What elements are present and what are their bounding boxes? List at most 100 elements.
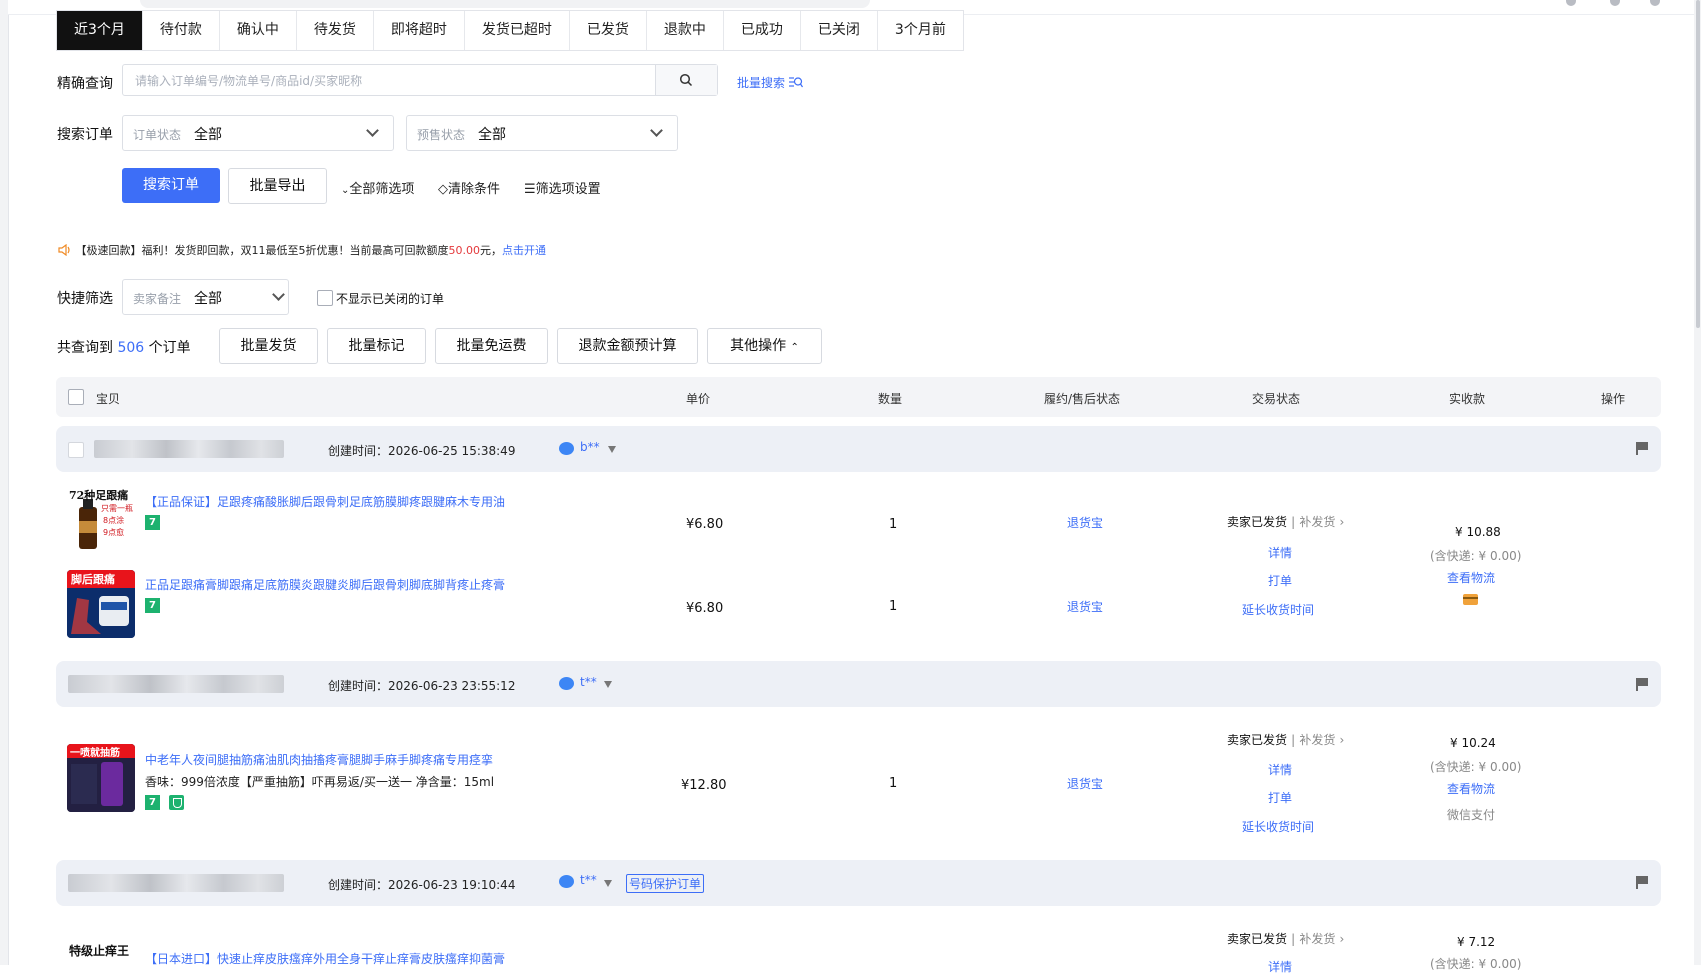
col-qty: 数量 xyxy=(878,392,903,406)
search-submit-button[interactable] xyxy=(655,65,717,95)
created-time: 创建时间：2026-06-25 15:38:49 xyxy=(328,444,516,458)
order-header: 创建时间：2026-06-23 19:10:44 t** 号码保护订单 xyxy=(56,860,1661,906)
product-title[interactable]: 中老年人夜间腿抽筋痛油肌肉抽搐疼膏腿脚手麻手脚疼痛专用痉挛 xyxy=(145,751,493,768)
page-scrollbar-thumb[interactable] xyxy=(1696,0,1700,328)
select-all-checkbox[interactable] xyxy=(68,389,84,405)
order-status-select[interactable]: 订单状态 全部 xyxy=(122,115,394,151)
shipping-fee: (含快递: ¥ 0.00) xyxy=(1430,957,1522,971)
order-detail-link[interactable]: 详情 xyxy=(1268,761,1292,778)
filter-icon[interactable] xyxy=(604,880,612,887)
flag-icon[interactable] xyxy=(1636,442,1650,455)
chevron-down-icon xyxy=(272,288,285,301)
reship-link[interactable]: 补发货 xyxy=(1299,733,1335,747)
search-orders-label: 搜索订单 xyxy=(57,127,113,143)
search-orders-button[interactable]: 搜索订单 xyxy=(122,168,220,203)
created-time: 创建时间：2026-06-23 19:10:44 xyxy=(328,878,516,892)
refund-estimate-button[interactable]: 退款金额预计算 xyxy=(557,328,698,364)
all-filters-toggle[interactable]: ⌄全部筛选项 xyxy=(341,178,414,197)
presale-status-select[interactable]: 预售状态 全部 xyxy=(406,115,678,151)
batch-ship-button[interactable]: 批量发货 xyxy=(219,328,318,364)
batch-mark-button[interactable]: 批量标记 xyxy=(327,328,426,364)
tab-refunding[interactable]: 退款中 xyxy=(647,11,724,50)
batch-export-button[interactable]: 批量导出 xyxy=(228,168,327,204)
print-order-link[interactable]: 打单 xyxy=(1268,572,1292,589)
tab-success[interactable]: 已成功 xyxy=(724,11,801,50)
extend-receipt-link[interactable]: 延长收货时间 xyxy=(1242,818,1314,835)
product-thumbnail[interactable]: 脚后跟痛 xyxy=(67,570,135,638)
product-thumbnail[interactable]: 一喷就抽筋 xyxy=(67,744,135,812)
separator: | xyxy=(1291,515,1296,529)
batch-free-shipping-button[interactable]: 批量免运费 xyxy=(435,328,548,364)
trade-status: 卖家已发货 | 补发货 › xyxy=(1227,513,1344,530)
tab-to-ship[interactable]: 待发货 xyxy=(297,11,374,50)
product-thumbnail[interactable]: 特级止痒王 xyxy=(67,940,135,965)
order-number-blurred xyxy=(68,874,284,892)
chat-icon[interactable] xyxy=(559,677,574,690)
precise-search-input[interactable] xyxy=(133,65,667,97)
tab-ship-overdue[interactable]: 发货已超时 xyxy=(465,11,570,50)
trade-status: 卖家已发货 | 补发货 › xyxy=(1227,930,1344,947)
flag-icon[interactable] xyxy=(1636,678,1650,691)
activate-link[interactable]: 点击开通 xyxy=(502,244,546,257)
flag-icon[interactable] xyxy=(1636,876,1650,889)
product-thumbnail[interactable]: 72种足跟痛 只需一瓶 8点涂 9点愈 xyxy=(67,485,135,553)
tab-recent-3-months[interactable]: 近3个月 xyxy=(57,11,143,50)
seven-day-return-badge: 7 xyxy=(145,598,160,613)
batch-search-link[interactable]: 批量搜索 xyxy=(737,74,804,91)
extend-receipt-link[interactable]: 延长收货时间 xyxy=(1242,601,1314,618)
order-number-blurred xyxy=(68,675,284,693)
view-logistics-link[interactable]: 查看物流 xyxy=(1447,569,1495,586)
tab-closed[interactable]: 已关闭 xyxy=(801,11,878,50)
filter-settings-button[interactable]: ☰筛选项设置 xyxy=(524,178,601,197)
order-status-value: 全部 xyxy=(194,127,222,143)
received-amount: ¥ 7.12 xyxy=(1457,935,1496,949)
clear-conditions-button[interactable]: ◇清除条件 xyxy=(438,178,500,197)
col-after-sale: 履约/售后状态 xyxy=(1044,392,1121,406)
batch-search-icon xyxy=(789,77,804,88)
order-detail-link[interactable]: 详情 xyxy=(1268,544,1292,561)
chat-icon[interactable] xyxy=(559,875,574,888)
reship-link[interactable]: 补发货 xyxy=(1299,515,1335,529)
chevron-down-icon xyxy=(650,124,663,137)
filter-icon[interactable] xyxy=(604,681,612,688)
chat-icon[interactable] xyxy=(559,442,574,455)
view-logistics-link[interactable]: 查看物流 xyxy=(1447,780,1495,797)
order-detail-link[interactable]: 详情 xyxy=(1268,958,1292,975)
return-insurance-link[interactable]: 退货宝 xyxy=(1067,514,1103,531)
all-filters-label: 全部筛选项 xyxy=(349,182,415,197)
hide-closed-checkbox[interactable] xyxy=(317,290,333,306)
quantity: 1 xyxy=(889,599,898,614)
order-status-label: 订单状态 xyxy=(133,128,182,142)
buyer-nick[interactable]: t** xyxy=(580,873,597,887)
other-actions-button[interactable]: 其他操作 ⌃ xyxy=(707,328,822,364)
thumb-title: 一喷就抽筋 xyxy=(70,748,120,759)
filter-icon[interactable] xyxy=(608,446,616,453)
shipping-fee: (含快递: ¥ 0.00) xyxy=(1430,549,1522,563)
payment-card-icon xyxy=(1463,594,1478,605)
reship-link[interactable]: 补发货 xyxy=(1299,932,1335,946)
batch-search-label: 批量搜索 xyxy=(737,76,786,90)
received-amount: ¥ 10.88 xyxy=(1455,525,1501,539)
tab-older-than-3-months[interactable]: 3个月前 xyxy=(878,11,963,50)
chevron-down-icon xyxy=(366,124,379,137)
top-search-bar-edge[interactable] xyxy=(140,0,870,8)
clear-conditions-label: 清除条件 xyxy=(448,182,501,197)
product-title[interactable]: 【正品保证】足跟疼痛酸胀脚后跟骨刺足底筋膜脚疼跟腱麻木专用油 xyxy=(145,493,505,510)
product-title[interactable]: 正品足跟痛膏脚跟痛足底筋膜炎跟腱炎脚后跟骨刺脚底脚背疼止疼膏 xyxy=(145,576,505,593)
tab-pending-payment[interactable]: 待付款 xyxy=(143,11,220,50)
order-checkbox[interactable] xyxy=(68,442,84,458)
list-icon: ☰ xyxy=(524,182,536,197)
result-count-suffix: 个订单 xyxy=(148,340,191,356)
tab-shipped[interactable]: 已发货 xyxy=(570,11,647,50)
order-number-blurred xyxy=(94,440,284,458)
return-insurance-link[interactable]: 退货宝 xyxy=(1067,775,1103,792)
seven-day-return-badge: 7 xyxy=(145,795,160,810)
return-insurance-link[interactable]: 退货宝 xyxy=(1067,598,1103,615)
tab-timeout-soon[interactable]: 即将超时 xyxy=(374,11,465,50)
buyer-nick[interactable]: t** xyxy=(580,675,597,689)
print-order-link[interactable]: 打单 xyxy=(1268,789,1292,806)
tab-confirming[interactable]: 确认中 xyxy=(220,11,297,50)
buyer-nick[interactable]: b** xyxy=(580,440,600,454)
product-title[interactable]: 【日本进口】快速止痒皮肤瘙痒外用全身干痒止痒膏皮肤瘙痒抑菌膏 xyxy=(145,950,505,967)
seller-note-select[interactable]: 卖家备注 全部 xyxy=(122,279,289,315)
